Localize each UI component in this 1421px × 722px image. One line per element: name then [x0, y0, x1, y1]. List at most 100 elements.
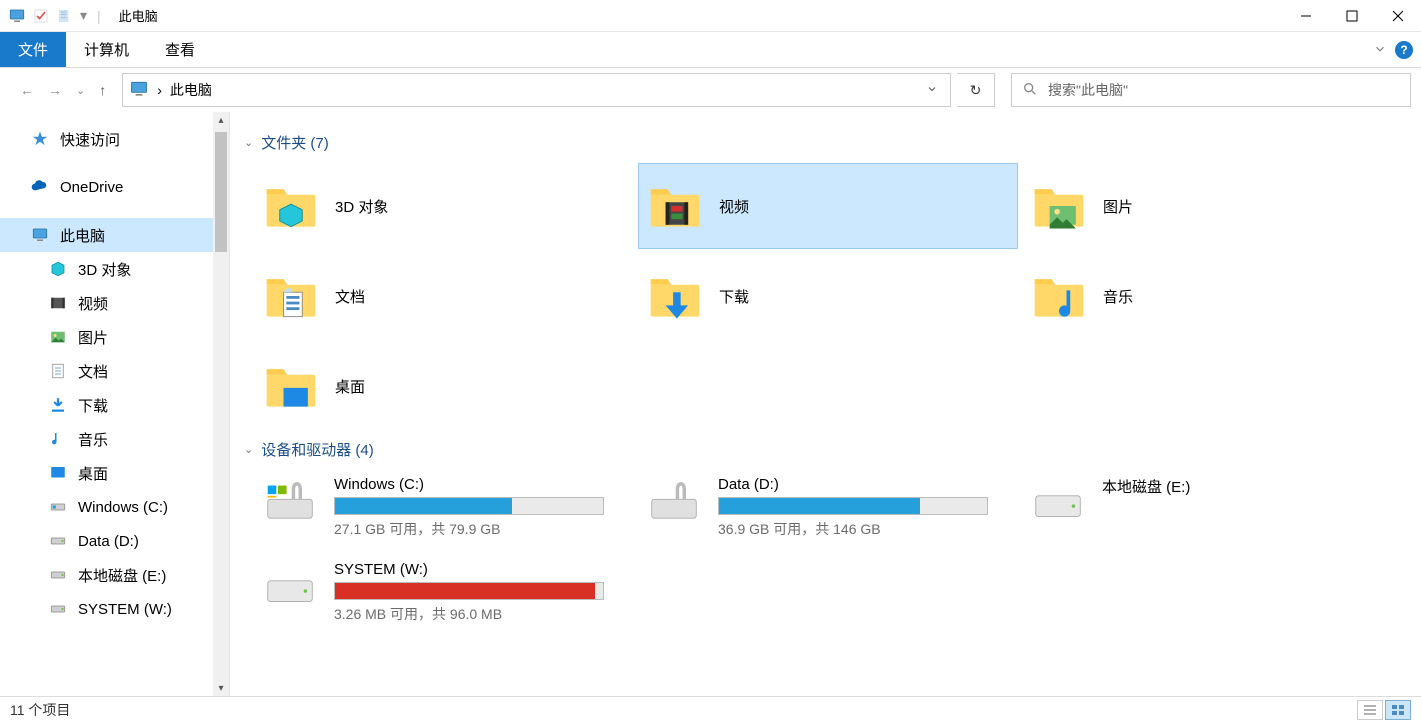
drive-item[interactable]: SYSTEM (W:)3.26 MB 可用，共 96.0 MB — [254, 555, 634, 630]
forward-button[interactable]: → — [48, 82, 62, 98]
sidebar-item[interactable]: 下载 — [0, 388, 229, 422]
star-icon — [30, 129, 50, 149]
sidebar-item[interactable]: 3D 对象 — [0, 252, 229, 286]
address-separator: › — [157, 82, 162, 98]
view-toggles — [1357, 700, 1411, 720]
view-details-button[interactable] — [1357, 700, 1383, 720]
sidebar-scrollbar[interactable]: ▴ ▾ — [213, 112, 229, 696]
sidebar-item[interactable]: 本地磁盘 (E:) — [0, 558, 229, 592]
maximize-button[interactable] — [1329, 0, 1375, 32]
drive-icon — [260, 561, 320, 611]
help-icon[interactable]: ? — [1395, 41, 1413, 59]
tab-computer[interactable]: 计算机 — [66, 32, 147, 67]
folder-item[interactable]: 3D 对象 — [254, 163, 634, 249]
folder-item[interactable]: 图片 — [1022, 163, 1402, 249]
divider: | — [97, 8, 101, 24]
folder-icon — [1029, 176, 1089, 236]
drive-usage-bar — [334, 582, 604, 600]
drive-grid: Windows (C:) 27.1 GB 可用，共 79.9 GB Data (D:… — [254, 470, 1401, 630]
address-path[interactable]: 此电脑 — [170, 80, 212, 100]
drive-item[interactable]: 本地磁盘 (E:) — [1022, 470, 1402, 545]
sidebar-item-onedrive[interactable]: OneDrive — [0, 170, 229, 204]
drive-icon — [260, 476, 320, 526]
sidebar-item[interactable]: SYSTEM (W:) — [0, 592, 229, 626]
folder-icon — [261, 176, 321, 236]
tab-file[interactable]: 文件 — [0, 32, 66, 67]
tab-view[interactable]: 查看 — [147, 32, 213, 67]
chevron-down-icon: ⌄ — [244, 443, 253, 456]
sidebar-item[interactable]: 视频 — [0, 286, 229, 320]
sidebar-item-this-pc[interactable]: 此电脑 — [0, 218, 229, 252]
drive-free-text: 3.26 MB 可用，共 96.0 MB — [334, 604, 628, 624]
sidebar-item-label: 文档 — [78, 361, 108, 382]
history-dropdown-icon[interactable]: ⌄ — [76, 84, 85, 97]
drive-name: Data (D:) — [718, 476, 1012, 493]
group-header-folders[interactable]: ⌄ 文件夹 (7) — [244, 132, 1401, 153]
sidebar-item-label: 此电脑 — [60, 225, 105, 246]
folder-item[interactable]: 文档 — [254, 253, 634, 339]
sidebar-item[interactable]: 音乐 — [0, 422, 229, 456]
folder-name: 3D 对象 — [335, 196, 388, 217]
folder-name: 音乐 — [1103, 286, 1133, 307]
sidebar-item[interactable]: Windows (C:) — [0, 490, 229, 524]
ribbon-expand-icon[interactable] — [1373, 42, 1387, 59]
sidebar-item-label: 下载 — [78, 395, 108, 416]
group-header-drives[interactable]: ⌄ 设备和驱动器 (4) — [244, 439, 1401, 460]
sidebar-item-quick-access[interactable]: 快速访问 — [0, 122, 229, 156]
drive-free-text: 36.9 GB 可用，共 146 GB — [718, 519, 1012, 539]
drive-item[interactable]: Data (D:) 36.9 GB 可用，共 146 GB — [638, 470, 1018, 545]
sidebar-item-label: 音乐 — [78, 429, 108, 450]
drive-name: Windows (C:) — [334, 476, 628, 493]
scroll-thumb[interactable] — [215, 132, 227, 252]
sidebar-item-label: SYSTEM (W:) — [78, 601, 172, 618]
window-title: 此电脑 — [119, 6, 158, 25]
folder-item[interactable]: 视频 — [638, 163, 1018, 249]
tree-icon — [48, 259, 68, 279]
qat-overflow-icon[interactable]: ▾ — [80, 7, 87, 24]
tree-icon — [48, 361, 68, 381]
folder-item[interactable]: 音乐 — [1022, 253, 1402, 339]
view-icons-button[interactable] — [1385, 700, 1411, 720]
tree-icon — [48, 293, 68, 313]
up-button[interactable]: ↑ — [99, 82, 106, 98]
tree-icon — [48, 463, 68, 483]
sidebar-item-label: 视频 — [78, 293, 108, 314]
main-content: ⌄ 文件夹 (7) 3D 对象 视频 图片文档 下载 音乐桌面 ⌄ 设备和驱动器 (4)… — [230, 112, 1421, 696]
drive-item[interactable]: Windows (C:) 27.1 GB 可用，共 79.9 GB — [254, 470, 634, 545]
folder-name: 视频 — [719, 196, 749, 217]
sidebar-item-label: Windows (C:) — [78, 499, 168, 516]
ribbon-right: ? — [1373, 32, 1413, 68]
checkbox-icon[interactable] — [32, 7, 50, 25]
close-button[interactable] — [1375, 0, 1421, 32]
minimize-button[interactable] — [1283, 0, 1329, 32]
drive-usage-bar — [718, 497, 988, 515]
tree-icon — [48, 497, 68, 517]
drive-free-text: 27.1 GB 可用，共 79.9 GB — [334, 519, 628, 539]
scroll-down-icon[interactable]: ▾ — [213, 680, 229, 696]
folder-item[interactable]: 下载 — [638, 253, 1018, 339]
address-bar[interactable]: › 此电脑 — [122, 73, 951, 107]
qat-dropdown-icon[interactable] — [56, 7, 74, 25]
folder-item[interactable]: 桌面 — [254, 343, 634, 429]
cloud-icon — [30, 177, 50, 197]
refresh-button[interactable]: ↻ — [957, 73, 995, 107]
tree-icon — [48, 327, 68, 347]
folder-name: 下载 — [719, 286, 749, 307]
back-button[interactable]: ← — [20, 82, 34, 98]
sidebar-item-label: 快速访问 — [60, 129, 120, 150]
search-box[interactable]: 搜索"此电脑" — [1011, 73, 1411, 107]
sidebar-item[interactable]: 桌面 — [0, 456, 229, 490]
sidebar-item[interactable]: 图片 — [0, 320, 229, 354]
sidebar-item-label: 桌面 — [78, 463, 108, 484]
tree-icon — [48, 531, 68, 551]
nav-arrows: ← → ⌄ ↑ — [10, 82, 116, 98]
sidebar-item[interactable]: Data (D:) — [0, 524, 229, 558]
pc-icon — [30, 225, 50, 245]
address-dropdown-icon[interactable] — [920, 82, 944, 98]
tree-icon — [48, 395, 68, 415]
folder-icon — [261, 356, 321, 416]
scroll-up-icon[interactable]: ▴ — [213, 112, 229, 128]
ribbon: 文件 计算机 查看 ? — [0, 32, 1421, 68]
sidebar-item-label: 3D 对象 — [78, 259, 131, 280]
sidebar-item[interactable]: 文档 — [0, 354, 229, 388]
